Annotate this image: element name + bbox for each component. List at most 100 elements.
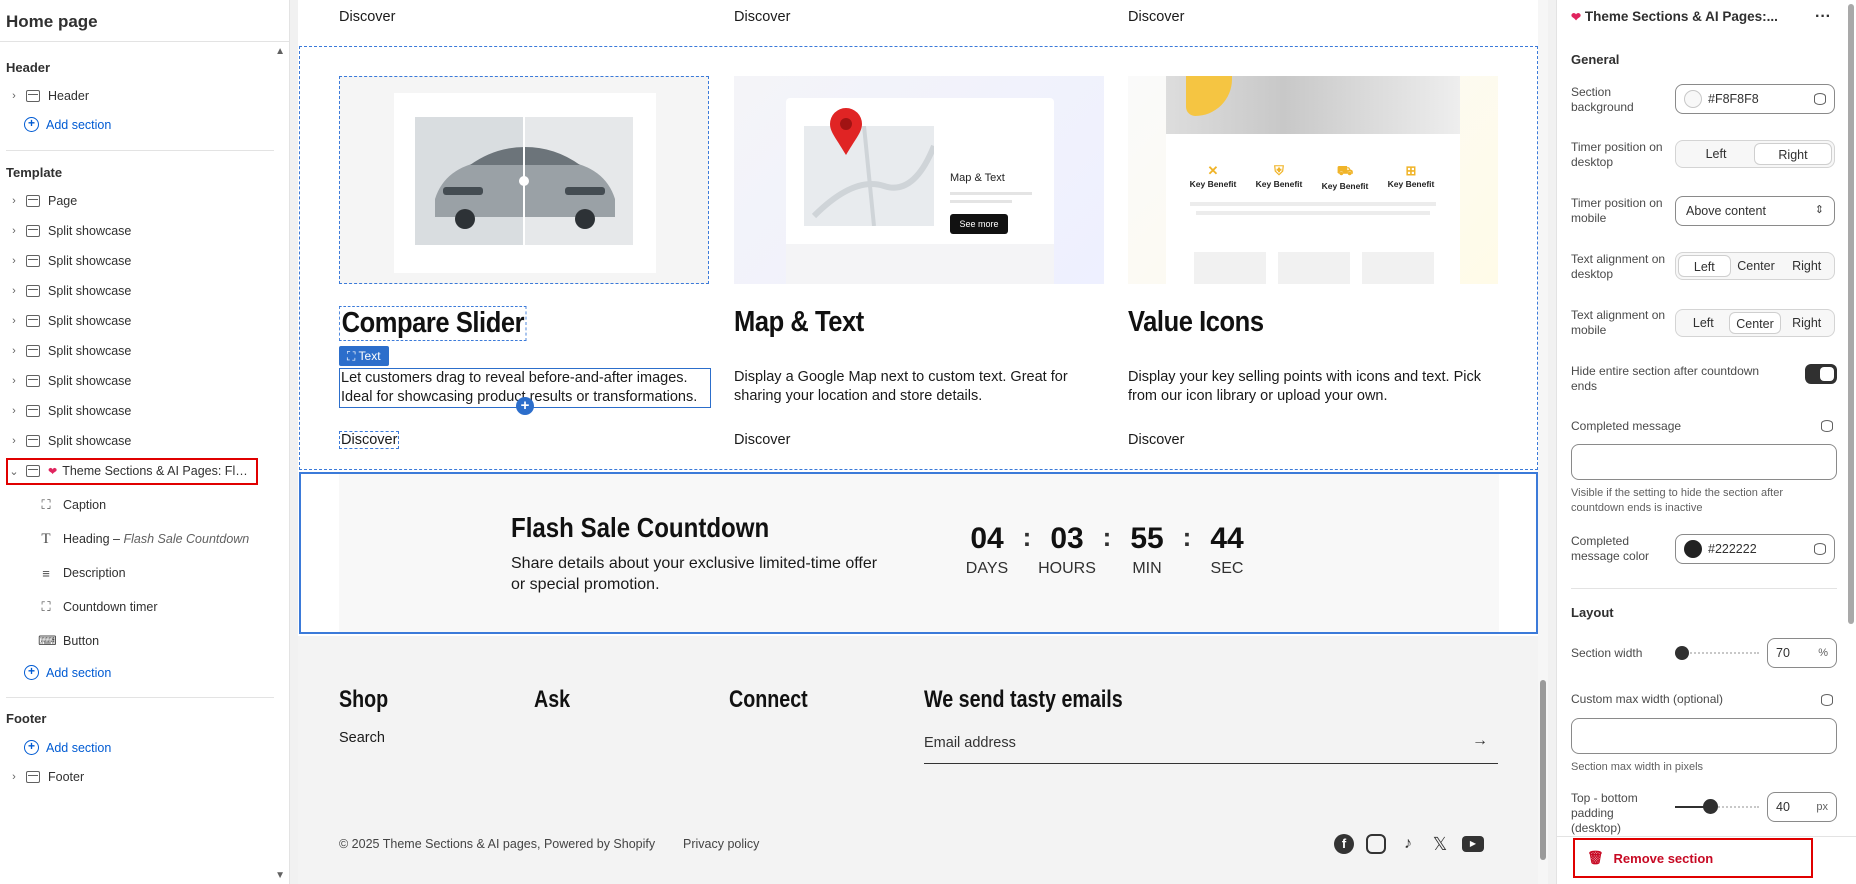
padding-input[interactable]: 40 px <box>1767 792 1837 822</box>
chevron-right-icon[interactable]: › <box>8 771 20 783</box>
flash-sale-description[interactable]: Share details about your exclusive limit… <box>511 553 891 595</box>
chevron-right-icon[interactable]: › <box>8 435 20 447</box>
panel-scrollbar[interactable] <box>1846 0 1856 836</box>
tiktok-icon[interactable]: ♪ <box>1398 834 1418 854</box>
completed-message-input[interactable] <box>1571 444 1837 480</box>
section-width-input[interactable]: 70 % <box>1767 638 1837 668</box>
block-countdown-timer[interactable]: ⛶ Countdown timer <box>38 595 157 619</box>
flash-sale-heading[interactable]: Flash Sale Countdown <box>511 512 769 544</box>
facebook-icon[interactable]: f <box>1334 834 1354 854</box>
block-button[interactable]: ⌨ Button <box>38 629 99 653</box>
select-arrows-icon: ⇕ <box>1814 204 1824 216</box>
card-title-map-text[interactable]: Map & Text <box>734 306 864 339</box>
text-alignment-desktop-toggle[interactable]: Left Center Right <box>1675 252 1835 280</box>
option-center[interactable]: Center <box>1728 312 1782 334</box>
option-right[interactable]: Right <box>1781 255 1832 277</box>
timer-position-desktop-toggle[interactable]: Left Right <box>1675 140 1835 168</box>
chevron-right-icon[interactable]: › <box>8 405 20 417</box>
custom-max-width-label: Custom max width (optional) <box>1571 692 1724 706</box>
privacy-policy-link[interactable]: Privacy policy <box>683 837 759 851</box>
chevron-right-icon[interactable]: › <box>8 285 20 297</box>
padding-slider-thumb[interactable] <box>1703 799 1718 814</box>
option-left[interactable]: Left <box>1678 312 1729 334</box>
sidebar-item-split-showcase[interactable]: › Split showcase <box>0 428 272 454</box>
dynamic-source-icon[interactable] <box>1814 543 1826 555</box>
section-background-color-field[interactable]: #F8F8F8 <box>1675 84 1835 114</box>
chevron-right-icon[interactable]: › <box>8 255 20 267</box>
chevron-right-icon[interactable]: › <box>8 345 20 357</box>
sidebar-item-split-showcase[interactable]: › Split showcase <box>0 368 272 394</box>
discover-link[interactable]: Discover <box>1128 9 1184 25</box>
newsletter-email-input[interactable]: Email address → <box>924 730 1498 764</box>
card-desc-map-text[interactable]: Display a Google Map next to custom text… <box>734 368 1106 406</box>
discover-link[interactable]: Discover <box>734 9 790 25</box>
card-title-value-icons[interactable]: Value Icons <box>1128 306 1264 339</box>
option-left[interactable]: Left <box>1678 143 1754 165</box>
option-right[interactable]: Right <box>1781 312 1832 334</box>
scrollbar-thumb[interactable] <box>1848 4 1854 624</box>
arrow-right-icon[interactable]: → <box>1472 732 1488 750</box>
value-icons-image[interactable]: ✕ Key Benefit ⛨ Key Benefit ⛟ Key Benefit ⊞… <box>1128 76 1498 284</box>
sidebar-item-split-showcase[interactable]: › Split showcase <box>0 278 272 304</box>
color-swatch[interactable] <box>1684 540 1702 558</box>
dynamic-source-icon[interactable] <box>1821 420 1833 432</box>
paragraph-icon: ≡ <box>42 565 50 581</box>
completed-message-color-field[interactable]: #222222 <box>1675 534 1835 564</box>
sidebar-item-footer[interactable]: › Footer <box>0 764 272 790</box>
sidebar-item-split-showcase[interactable]: › Split showcase <box>0 338 272 364</box>
sidebar-item-split-showcase[interactable]: › Split showcase <box>0 308 272 334</box>
dynamic-source-icon[interactable] <box>1814 93 1826 105</box>
map-card-heading: Map & Text <box>950 172 1005 184</box>
chevron-right-icon[interactable]: › <box>8 315 20 327</box>
sidebar-item-split-showcase[interactable]: › Split showcase <box>0 218 272 244</box>
custom-max-width-input[interactable] <box>1571 718 1837 754</box>
scroll-up-arrow[interactable]: ▲ <box>275 46 285 57</box>
flash-sale-section[interactable]: Flash Sale Countdown Share details about… <box>299 472 1538 634</box>
canvas-scrollbar[interactable] <box>1538 0 1548 884</box>
hide-after-countdown-label: Hide entire section after countdown ends <box>1571 364 1760 393</box>
add-section-footer-button[interactable]: + Add section <box>24 740 111 755</box>
scrollbar-thumb[interactable] <box>1540 680 1546 860</box>
block-heading[interactable]: T Heading – Flash Sale Countdown <box>38 527 249 551</box>
dynamic-source-icon[interactable] <box>1821 694 1833 706</box>
block-description[interactable]: ≡ Description <box>38 561 125 585</box>
chevron-right-icon[interactable]: › <box>8 90 20 102</box>
sidebar-item-header[interactable]: › Header <box>0 83 272 109</box>
color-swatch[interactable] <box>1684 90 1702 108</box>
youtube-icon[interactable]: ▶ <box>1462 836 1484 852</box>
hide-after-countdown-toggle[interactable] <box>1805 364 1837 384</box>
discover-link[interactable]: Discover <box>1128 432 1184 448</box>
more-options-button[interactable]: ··· <box>1815 8 1831 26</box>
sidebar-item-split-showcase[interactable]: › Split showcase <box>0 398 272 424</box>
map-text-image[interactable]: Map & Text See more <box>734 76 1104 284</box>
card-desc-value-icons[interactable]: Display your key selling points with ico… <box>1128 368 1500 406</box>
timer-position-mobile-select[interactable]: Above content ⇕ <box>1675 196 1835 226</box>
compare-slider-image[interactable] <box>339 76 709 284</box>
footer-search-link[interactable]: Search <box>339 730 385 746</box>
chevron-right-icon[interactable]: › <box>8 195 20 207</box>
chevron-right-icon[interactable]: › <box>8 225 20 237</box>
chevron-right-icon[interactable]: › <box>8 375 20 387</box>
option-left[interactable]: Left <box>1678 255 1731 277</box>
countdown-timer[interactable]: 04 DAYS : 03 HOURS : 55 MIN : 44 SEC <box>957 522 1257 578</box>
block-caption[interactable]: ⛶ Caption <box>38 493 106 517</box>
text-alignment-mobile-toggle[interactable]: Left Center Right <box>1675 309 1835 337</box>
sidebar-item-split-showcase[interactable]: › Split showcase <box>0 248 272 274</box>
scroll-down-arrow[interactable]: ▼ <box>275 870 285 881</box>
x-icon[interactable]: 𝕏 <box>1430 834 1450 854</box>
completed-message-color-label: Completed message color <box>1571 534 1650 563</box>
add-section-header-button[interactable]: + Add section <box>24 117 111 132</box>
discover-link[interactable]: Discover <box>339 431 400 449</box>
section-width-slider-thumb[interactable] <box>1675 646 1689 660</box>
footer-ask-heading: Ask <box>534 686 571 713</box>
discover-link[interactable]: Discover <box>339 9 395 25</box>
add-section-template-button[interactable]: + Add section <box>24 665 111 680</box>
option-right[interactable]: Right <box>1754 143 1832 165</box>
remove-section-button[interactable]: 🗑 Remove section <box>1573 838 1813 878</box>
card-title-compare-slider[interactable]: Compare Slider <box>339 306 527 341</box>
instagram-icon[interactable] <box>1366 834 1386 854</box>
sidebar-item-page[interactable]: › Page <box>0 188 272 214</box>
discover-link[interactable]: Discover <box>734 432 790 448</box>
add-block-plus-button[interactable]: + <box>516 397 534 415</box>
option-center[interactable]: Center <box>1731 255 1782 277</box>
